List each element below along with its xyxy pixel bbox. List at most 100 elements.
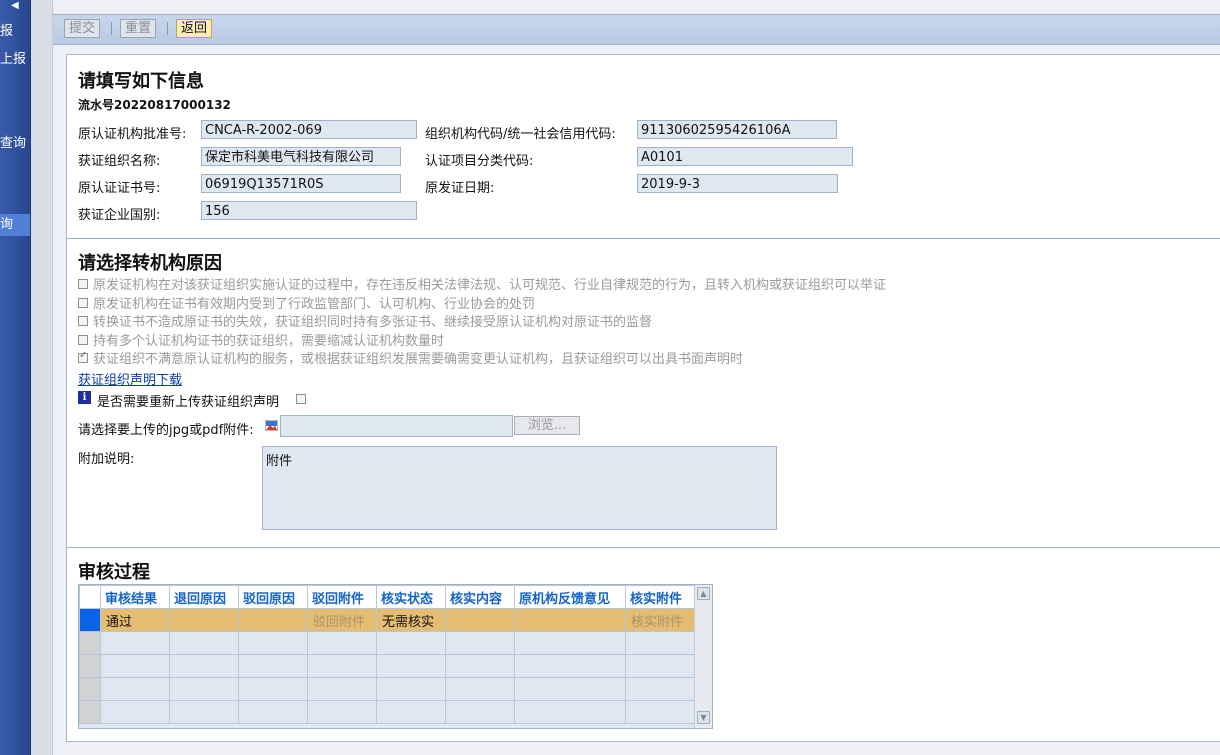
reason-checkbox[interactable]	[78, 278, 88, 289]
table-cell	[514, 677, 626, 701]
column-header[interactable]: 核实内容	[445, 585, 515, 609]
nav-item-report[interactable]: 报	[0, 20, 13, 39]
org-code-field[interactable]: 91130602595426106A	[637, 120, 837, 139]
column-header[interactable]: 驳回附件	[307, 585, 377, 609]
reason-checkbox[interactable]	[78, 334, 88, 345]
issue-date-field[interactable]: 2019-9-3	[637, 174, 838, 193]
table-cell[interactable]	[169, 608, 239, 632]
reason-label: 获证组织不满意原认证机构的服务，或根据获证组织发展需要确需变更认证机构，且获证组…	[93, 352, 744, 367]
row-selector[interactable]	[79, 654, 101, 678]
table-cell[interactable]	[445, 608, 515, 632]
reason-checkbox-checked[interactable]	[78, 350, 88, 363]
nav-item-label: 报	[0, 24, 14, 39]
row-selector[interactable]	[79, 677, 101, 701]
column-header[interactable]: 核实附件	[625, 585, 695, 609]
country-field[interactable]: 156	[201, 201, 417, 220]
column-header[interactable]: 原机构反馈意见	[514, 585, 626, 609]
cert-no-field[interactable]: 06919Q13571R0S	[201, 174, 401, 193]
serial-number: 流水号20220817000132	[78, 98, 231, 112]
browse-button[interactable]: 浏览...	[514, 416, 580, 435]
table-cell	[100, 631, 170, 655]
reset-button[interactable]: 重置	[120, 19, 157, 38]
declaration-download-link[interactable]: 获证组织声明下载	[78, 369, 182, 388]
info-icon: i	[78, 391, 91, 404]
table-cell	[238, 654, 308, 678]
category-code-field[interactable]: A0101	[637, 147, 853, 166]
table-cell	[307, 700, 377, 724]
submit-button[interactable]: 提交	[64, 19, 101, 38]
toolbar-divider	[167, 22, 168, 35]
table-row-empty	[79, 631, 695, 655]
table-cell	[625, 700, 695, 724]
collapse-arrow-icon[interactable]: ◀	[11, 0, 19, 11]
toolbar-divider	[111, 22, 112, 35]
table-cell	[307, 654, 377, 678]
row-selector[interactable]	[79, 631, 101, 655]
cert-no-label: 原认证证书号:	[78, 181, 161, 196]
audit-section-title: 审核过程	[78, 562, 150, 582]
column-header[interactable]: 核实状态	[376, 585, 446, 609]
reason-option[interactable]: 持有多个认证机构证书的获证组织，需要缩减认证机构数量时	[78, 330, 444, 349]
reason-option-selected[interactable]: 获证组织不满意原认证机构的服务，或根据获证组织发展需要确需变更认证机构，且获证组…	[78, 348, 743, 367]
org-name-field[interactable]: 保定市科美电气科技有限公司	[201, 147, 401, 166]
row-header-corner	[79, 585, 101, 609]
form-panel: 请填写如下信息 流水号20220817000132 原认证机构批准号: CNCA…	[66, 54, 1220, 742]
nav-item-query-active[interactable]: 询	[0, 214, 30, 236]
row-selector[interactable]	[79, 608, 101, 632]
scroll-up-icon[interactable]: ▲	[697, 587, 710, 600]
vertical-scrollbar[interactable]: ▲ ▼	[694, 585, 712, 728]
reject-attachment-cell[interactable]: 驳回附件	[307, 608, 377, 632]
table-cell	[514, 700, 626, 724]
audit-grid: 审核结果 退回原因 驳回原因 驳回附件 核实状态 核实内容 原机构反馈意见 核实…	[78, 584, 713, 729]
section-divider	[67, 547, 1220, 548]
nav-item-submit-report[interactable]: 上报	[0, 48, 26, 67]
table-row-selected[interactable]: 通过 驳回附件 无需核实 核实附件	[79, 608, 695, 632]
issue-date-label: 原发证日期:	[425, 181, 495, 196]
reason-label: 原发证机构在证书有效期内受到了行政监管部门、认可机构、行业协会的处罚	[93, 297, 536, 312]
table-cell	[376, 700, 446, 724]
scroll-down-icon[interactable]: ▼	[697, 711, 710, 724]
org-name-label: 获证组织名称:	[78, 154, 161, 169]
reason-checkbox[interactable]	[78, 315, 88, 326]
column-header[interactable]: 退回原因	[169, 585, 239, 609]
column-header[interactable]: 驳回原因	[238, 585, 308, 609]
reason-option[interactable]: 原发证机构在对该获证组织实施认证的过程中，存在违反相关法律法规、认可规范、行业自…	[78, 274, 886, 293]
reason-checkbox[interactable]	[78, 297, 88, 308]
table-cell	[625, 654, 695, 678]
table-cell[interactable]: 通过	[100, 608, 170, 632]
verify-attachment-cell[interactable]: 核实附件	[625, 608, 695, 632]
reason-option[interactable]: 原发证机构在证书有效期内受到了行政监管部门、认可机构、行业协会的处罚	[78, 293, 535, 312]
table-cell[interactable]: 无需核实	[376, 608, 446, 632]
table-cell	[514, 654, 626, 678]
table-cell[interactable]	[514, 608, 626, 632]
table-cell	[307, 631, 377, 655]
category-code-label: 认证项目分类代码:	[425, 154, 534, 169]
reason-option[interactable]: 转换证书不造成原证书的失效，获证组织同时持有多张证书、继续接受原认证机构对原证书…	[78, 311, 652, 330]
back-button[interactable]: 返回	[176, 19, 213, 38]
row-selector[interactable]	[79, 700, 101, 724]
column-header[interactable]: 审核结果	[100, 585, 170, 609]
table-cell	[169, 654, 239, 678]
table-cell	[376, 654, 446, 678]
table-row-empty	[79, 677, 695, 701]
table-cell	[169, 677, 239, 701]
toolbar: 提交 重置 返回	[53, 14, 1220, 45]
remarks-label: 附加说明:	[78, 452, 135, 467]
upload-label: 请选择要上传的jpg或pdf附件:	[78, 423, 254, 438]
file-path-input[interactable]	[280, 415, 513, 437]
reupload-checkbox[interactable]	[296, 394, 306, 404]
table-cell	[445, 700, 515, 724]
table-cell	[238, 700, 308, 724]
remarks-textarea[interactable]: 附件	[262, 446, 777, 530]
nav-item-query[interactable]: 查询	[0, 132, 26, 151]
nav-item-label: 询	[0, 217, 14, 232]
orig-approval-no-field[interactable]: CNCA-R-2002-069	[201, 120, 417, 139]
attachment-image-icon	[265, 420, 278, 431]
left-nav: ◀ 报 上报 查询 询	[0, 0, 31, 755]
reason-label: 原发证机构在对该获证组织实施认证的过程中，存在违反相关法律法规、认可规范、行业自…	[93, 278, 887, 293]
nav-splitter[interactable]	[31, 0, 53, 755]
org-code-label: 组织机构代码/统一社会信用代码:	[425, 127, 616, 142]
table-cell	[625, 677, 695, 701]
table-cell[interactable]	[238, 608, 308, 632]
table-cell	[307, 677, 377, 701]
